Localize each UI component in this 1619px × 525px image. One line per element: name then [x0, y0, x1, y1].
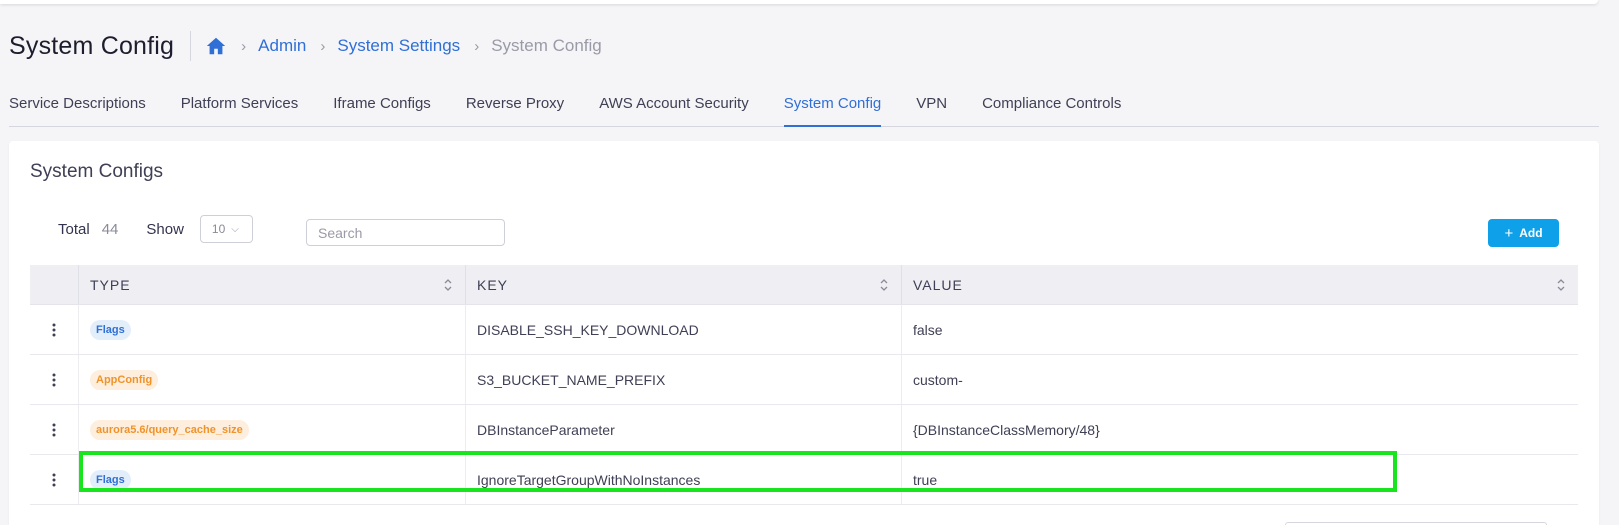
- tab-system-config[interactable]: System Config: [783, 80, 882, 127]
- system-configs-card: System Configs Total 44 Show 10 ⌵ + Add …: [9, 141, 1599, 525]
- tab-iframe-configs[interactable]: Iframe Configs: [333, 80, 431, 127]
- card-title: System Configs: [30, 161, 164, 182]
- total-count: 44: [101, 220, 119, 238]
- system-configs-table: TYPE KEY VALUE Flags DISABLE_SSH_KEY_DOW…: [30, 265, 1578, 505]
- column-header-label: KEY: [477, 276, 509, 293]
- tab-service-descriptions[interactable]: Service Descriptions: [9, 80, 146, 127]
- tab-compliance-controls[interactable]: Compliance Controls: [982, 80, 1121, 127]
- add-button-label: Add: [1519, 226, 1543, 240]
- row-menu-cell: [30, 405, 79, 454]
- page-size-select[interactable]: 10 ⌵: [199, 215, 253, 243]
- chevron-down-icon: ⌵: [231, 223, 239, 235]
- title-divider: [190, 31, 192, 61]
- chevron-right-icon: ›: [320, 37, 326, 55]
- key-cell: S3_BUCKET_NAME_PREFIX: [466, 355, 902, 404]
- value-cell: false: [913, 321, 943, 338]
- tab-vpn[interactable]: VPN: [916, 80, 947, 127]
- value-cell: {DBInstanceClassMemory/48}: [913, 421, 1100, 438]
- column-header-label: VALUE: [913, 276, 963, 293]
- column-header-label: TYPE: [90, 276, 131, 293]
- chevron-right-icon: ›: [474, 37, 480, 55]
- table-row[interactable]: aurora5.6/query_cache_size DBInstancePar…: [30, 405, 1578, 455]
- value-cell: custom-: [913, 371, 963, 388]
- kebab-menu-icon[interactable]: [46, 320, 62, 340]
- home-icon[interactable]: [205, 35, 227, 57]
- type-cell: Flags: [79, 305, 466, 354]
- tab-platform-services[interactable]: Platform Services: [181, 80, 299, 127]
- table-row[interactable]: Flags DISABLE_SSH_KEY_DOWNLOAD false: [30, 305, 1578, 355]
- kebab-menu-icon[interactable]: [46, 470, 62, 490]
- table-controls: Total 44 Show 10 ⌵: [58, 215, 253, 243]
- type-badge: Flags: [90, 469, 131, 490]
- top-app-bar: [0, 0, 1598, 4]
- sort-icon[interactable]: [1556, 277, 1566, 293]
- table-row[interactable]: AppConfig S3_BUCKET_NAME_PREFIX custom-: [30, 355, 1578, 405]
- breadcrumb-admin[interactable]: Admin: [258, 36, 306, 56]
- kebab-menu-icon[interactable]: [46, 370, 62, 390]
- tab-aws-account-security[interactable]: AWS Account Security: [599, 80, 749, 127]
- kebab-menu-icon[interactable]: [46, 420, 62, 440]
- key-cell: DBInstanceParameter: [466, 405, 902, 454]
- row-menu-cell: [30, 355, 79, 404]
- key-cell: DISABLE_SSH_KEY_DOWNLOAD: [466, 305, 902, 354]
- page-header: System Config › Admin › System Settings …: [9, 26, 602, 66]
- breadcrumb-system-config: System Config: [491, 36, 602, 55]
- breadcrumb-system-settings[interactable]: System Settings: [337, 36, 460, 56]
- tab-reverse-proxy[interactable]: Reverse Proxy: [466, 80, 564, 127]
- search-input[interactable]: [306, 219, 505, 246]
- total-label: Total: [58, 220, 90, 238]
- row-menu-cell: [30, 305, 79, 354]
- table-header: TYPE KEY VALUE: [30, 265, 1578, 305]
- chevron-right-icon: ›: [241, 37, 247, 55]
- table-row[interactable]: Flags IgnoreTargetGroupWithNoInstances t…: [30, 455, 1578, 505]
- row-menu-cell: [30, 455, 79, 504]
- sort-icon[interactable]: [879, 277, 889, 293]
- column-header-value[interactable]: VALUE: [902, 265, 1578, 304]
- key-cell: IgnoreTargetGroupWithNoInstances: [466, 455, 902, 504]
- add-button[interactable]: + Add: [1488, 219, 1559, 247]
- header-menu-cell: [30, 265, 79, 304]
- type-badge: AppConfig: [90, 369, 159, 390]
- settings-tabs: Service Descriptions Platform Services I…: [9, 80, 1599, 127]
- sort-icon[interactable]: [443, 277, 453, 293]
- type-badge: aurora5.6/query_cache_size: [90, 419, 249, 440]
- show-label: Show: [146, 220, 184, 238]
- type-cell: Flags: [79, 455, 466, 504]
- type-cell: aurora5.6/query_cache_size: [79, 405, 466, 454]
- value-cell: true: [913, 471, 938, 488]
- page-size-value: 10: [211, 222, 226, 236]
- breadcrumb: › Admin › System Settings › System Confi…: [205, 35, 602, 57]
- page-title: System Config: [9, 31, 175, 60]
- type-cell: AppConfig: [79, 355, 466, 404]
- column-header-type[interactable]: TYPE: [79, 265, 466, 304]
- column-header-key[interactable]: KEY: [466, 265, 902, 304]
- type-badge: Flags: [90, 319, 131, 340]
- plus-icon: +: [1504, 224, 1514, 242]
